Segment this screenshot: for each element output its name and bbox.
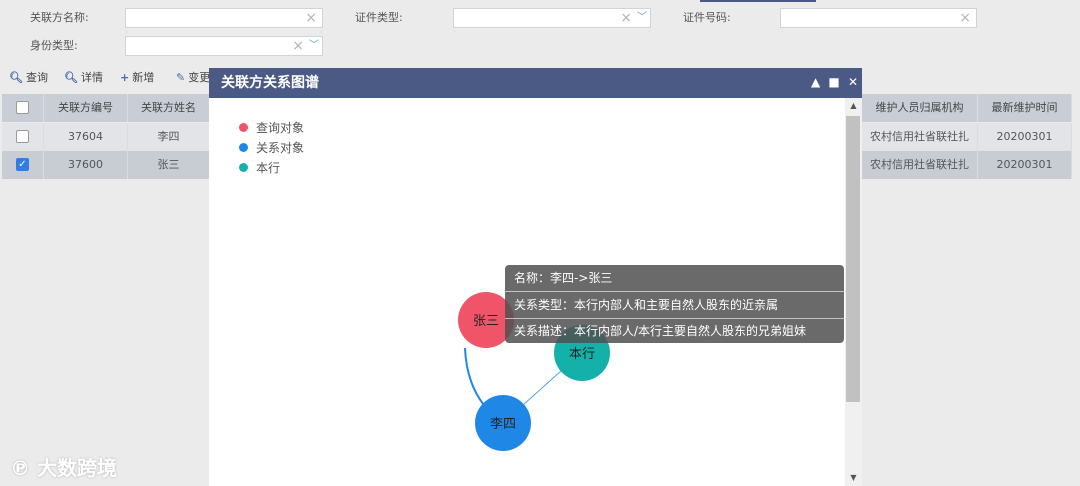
cell-time: 20200301 — [978, 151, 1072, 179]
cert-type-select[interactable]: × ﹀ — [453, 8, 651, 28]
pencil-icon: ✎ — [176, 71, 186, 84]
dialog-scrollbar[interactable]: ▲ ▼ — [845, 98, 862, 486]
header-name[interactable]: 关联方姓名 — [128, 94, 210, 122]
select-all-checkbox[interactable] — [2, 94, 44, 122]
watermark-logo-icon: ℗ — [10, 456, 37, 480]
row-checkbox[interactable] — [2, 123, 44, 151]
scroll-up-icon[interactable]: ▲ — [845, 98, 862, 114]
close-icon[interactable]: ✕ — [848, 75, 858, 89]
header-id[interactable]: 关联方编号 — [44, 94, 128, 122]
clear-icon[interactable]: × — [959, 10, 971, 26]
node-benhang-label: 本行 — [569, 347, 595, 362]
cell-id: 37604 — [44, 123, 128, 151]
cert-no-input[interactable]: × — [780, 8, 977, 28]
graph-legend: 查询对象 关系对象 本行 — [239, 118, 304, 178]
tooltip-name: 名称：李四->张三 — [505, 265, 844, 292]
cell-org: 农村信用社省联社扎 — [862, 123, 978, 151]
cert-no-label: 证件号码: — [683, 11, 731, 24]
dialog-title: 关联方关系图谱 — [221, 75, 319, 91]
change-button[interactable]: ✎ 变更 — [176, 66, 210, 90]
legend-dot — [239, 143, 248, 152]
node-lisi-label: 李四 — [490, 417, 516, 432]
plus-icon: + — [120, 71, 130, 84]
party-name-input[interactable]: × — [125, 8, 323, 28]
cell-org: 农村信用社省联社扎 — [862, 151, 978, 179]
chevron-down-icon[interactable]: ﹀ — [637, 9, 647, 27]
node-zhangsan-label: 张三 — [473, 314, 499, 329]
cell-name: 张三 — [128, 151, 210, 179]
top-tab-indicator — [700, 0, 816, 2]
maximize-icon[interactable]: ■ — [828, 75, 839, 89]
legend-item[interactable]: 查询对象 — [239, 118, 304, 138]
edge-tooltip: 名称：李四->张三 关系类型：本行内部人和主要自然人股东的近亲属 关系描述：本行… — [505, 265, 844, 343]
scrollbar-thumb[interactable] — [846, 116, 860, 402]
search-icon: 🔍︎ — [64, 71, 78, 84]
watermark: ℗ 大数跨境 — [10, 456, 117, 480]
detail-button[interactable]: 🔍︎ 详情 — [64, 66, 103, 90]
header-time[interactable]: 最新维护时间 — [978, 94, 1072, 122]
party-name-label: 关联方名称: — [30, 11, 89, 24]
cell-id: 37600 — [44, 151, 128, 179]
legend-item[interactable]: 关系对象 — [239, 138, 304, 158]
cert-type-label: 证件类型: — [355, 11, 403, 24]
dialog-title-bar[interactable]: 关联方关系图谱 ▲ ■ ✕ — [209, 68, 862, 98]
clear-icon[interactable]: × — [620, 10, 632, 26]
legend-item[interactable]: 本行 — [239, 158, 304, 178]
cell-time: 20200301 — [978, 123, 1072, 151]
cell-name: 李四 — [128, 123, 210, 151]
collapse-icon[interactable]: ▲ — [811, 75, 820, 89]
id-type-label: 身份类型: — [30, 39, 78, 52]
clear-icon[interactable]: × — [292, 38, 304, 54]
clear-icon[interactable]: × — [305, 10, 317, 26]
search-icon: 🔍︎ — [9, 71, 23, 84]
id-type-select[interactable]: × ﹀ — [125, 36, 323, 56]
legend-dot — [239, 123, 248, 132]
header-org[interactable]: 维护人员归属机构 — [862, 94, 978, 122]
tooltip-type: 关系类型：本行内部人和主要自然人股东的近亲属 — [505, 292, 844, 319]
row-checkbox[interactable]: ✓ — [2, 151, 44, 179]
query-button[interactable]: 🔍︎ 查询 — [9, 66, 48, 90]
tooltip-desc: 关系描述：本行内部人/本行主要自然人股东的兄弟姐妹 — [514, 324, 807, 338]
scroll-down-icon[interactable]: ▼ — [845, 470, 862, 486]
legend-dot — [239, 163, 248, 172]
add-button[interactable]: + 新增 — [120, 66, 154, 90]
chevron-down-icon[interactable]: ﹀ — [309, 37, 319, 55]
